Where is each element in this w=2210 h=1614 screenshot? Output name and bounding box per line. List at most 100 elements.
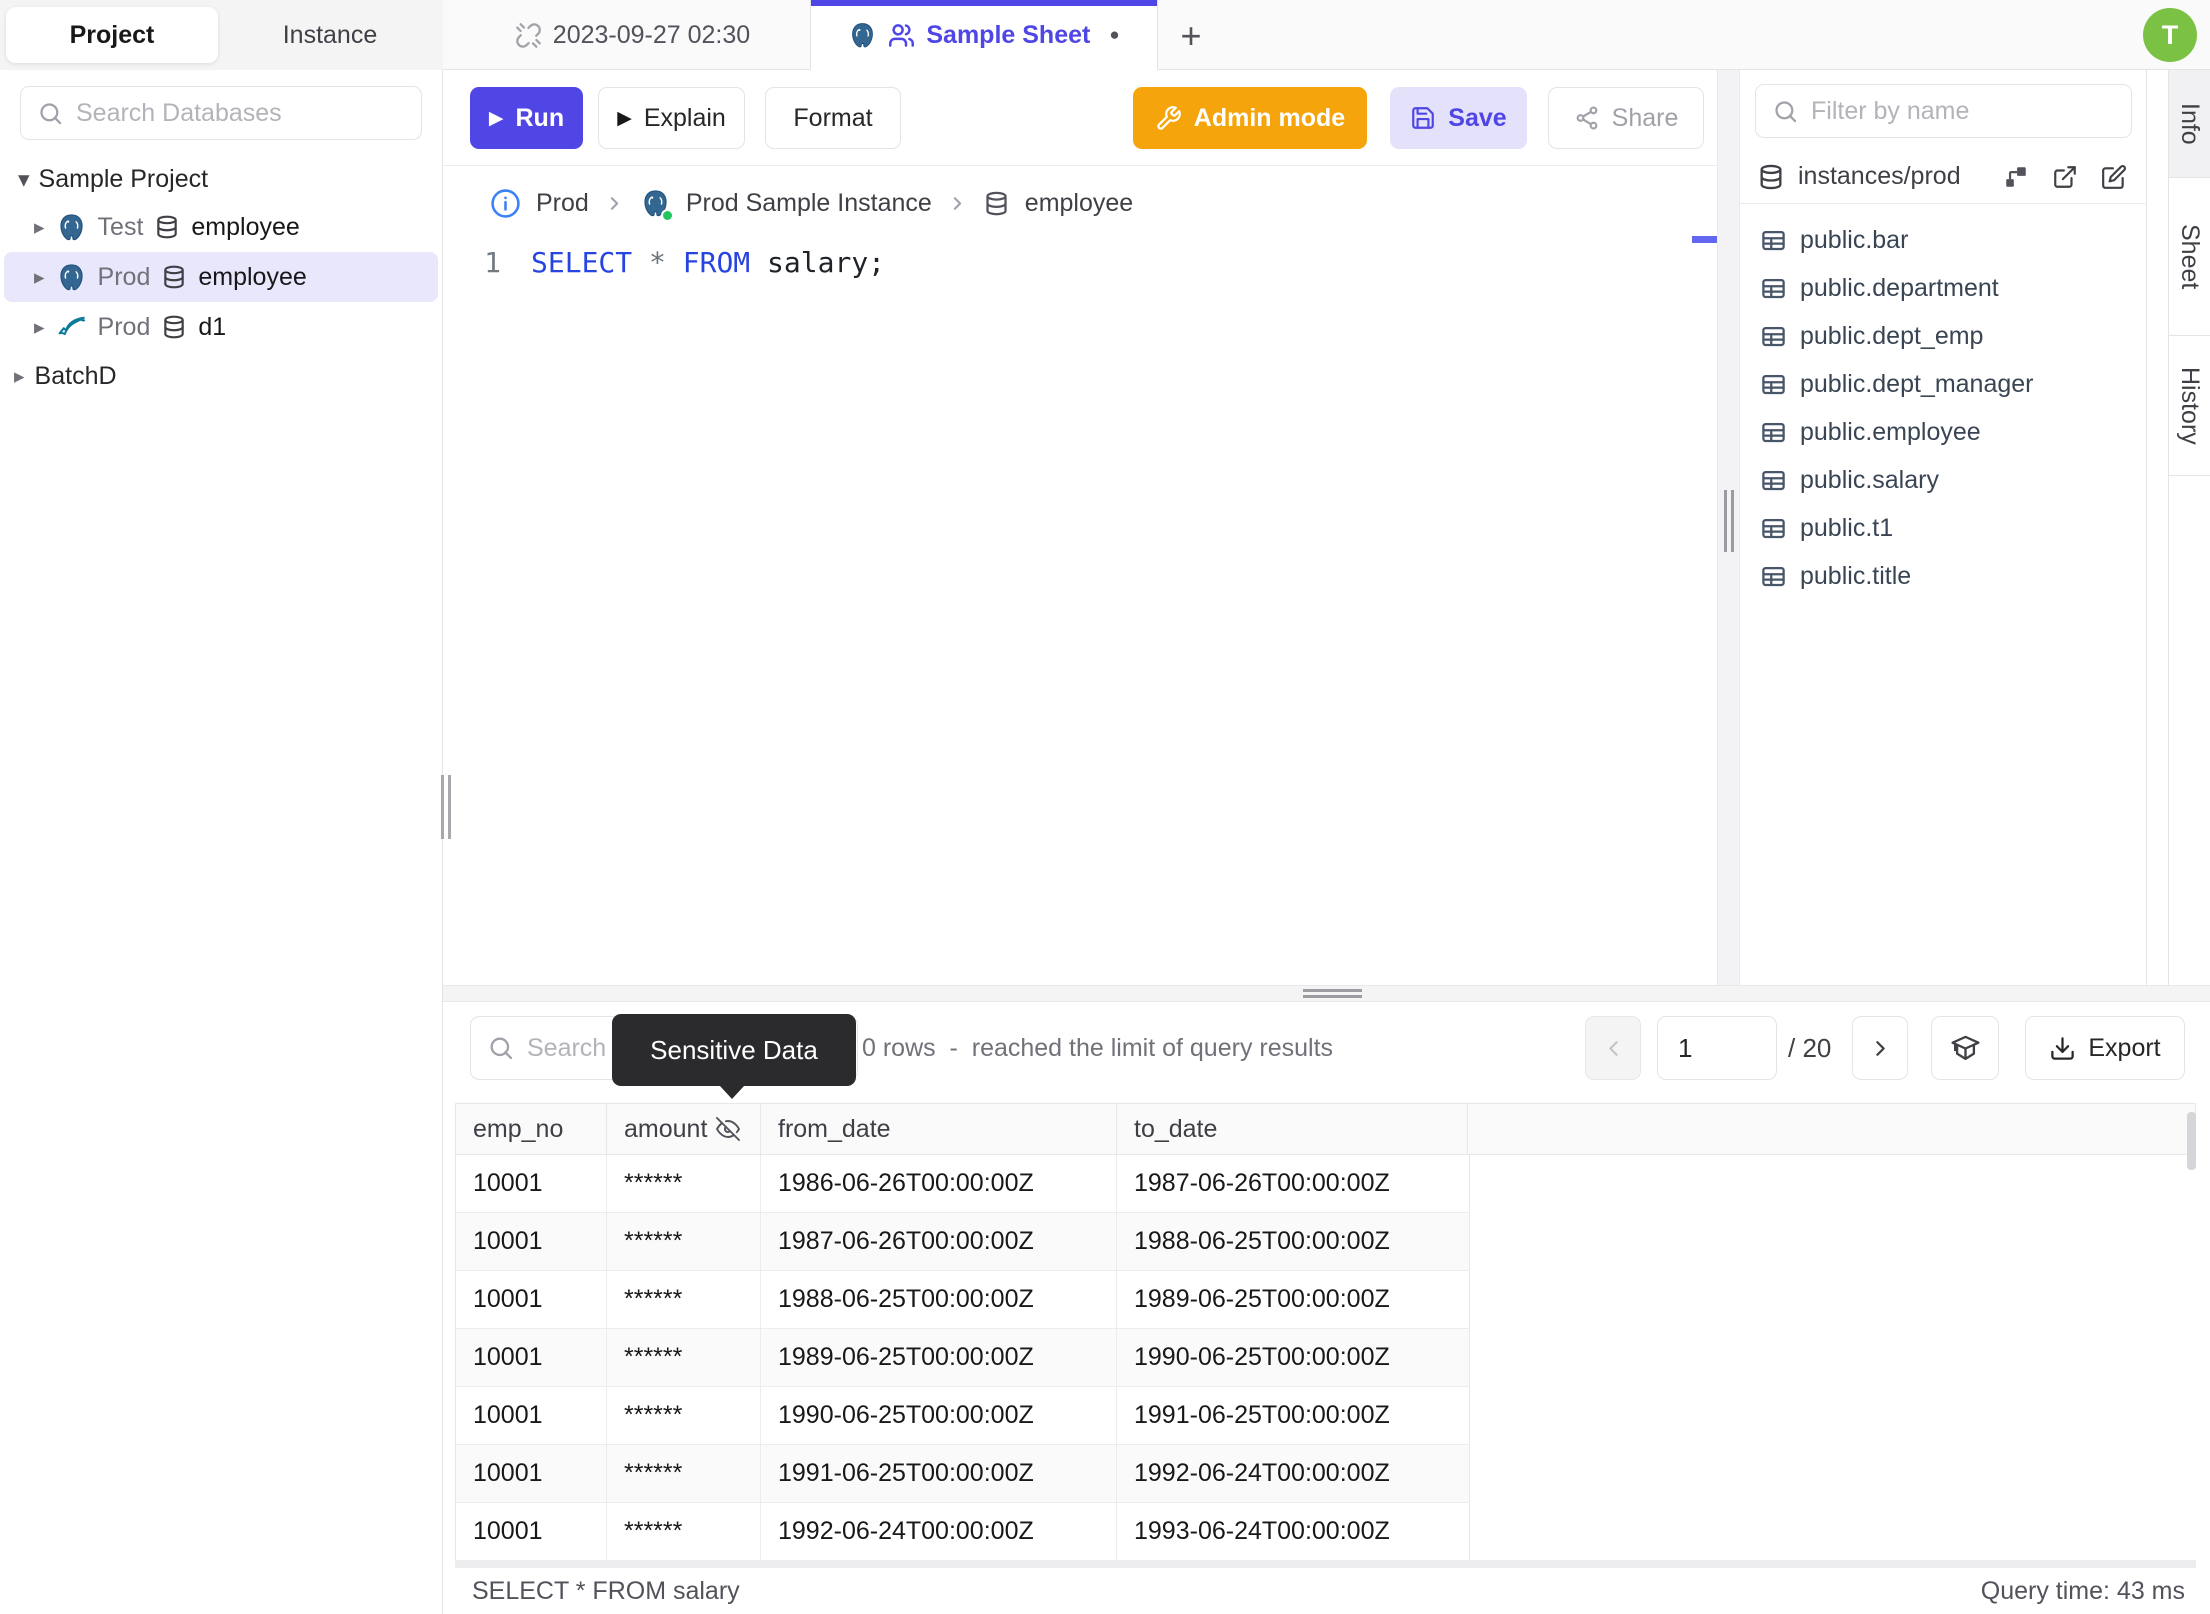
- side-tab-history[interactable]: History: [2169, 336, 2210, 476]
- table-list-item[interactable]: public.dept_manager: [1740, 360, 2147, 408]
- caret-right-icon[interactable]: ▸: [14, 364, 25, 389]
- side-tab-info[interactable]: Info: [2169, 70, 2210, 178]
- cell-to-date[interactable]: 1990-06-25T00:00:00Z: [1117, 1329, 1468, 1386]
- tab-instance[interactable]: Instance: [222, 7, 438, 63]
- cell-to-date[interactable]: 1987-06-26T00:00:00Z: [1117, 1155, 1468, 1212]
- cell-to-date[interactable]: 1991-06-25T00:00:00Z: [1117, 1387, 1468, 1444]
- next-page-button[interactable]: [1852, 1016, 1908, 1080]
- cell-from-date[interactable]: 1992-06-24T00:00:00Z: [761, 1503, 1117, 1560]
- table-list-item[interactable]: public.employee: [1740, 408, 2147, 456]
- previous-page-button[interactable]: [1585, 1016, 1641, 1080]
- tab-sample-sheet-active[interactable]: Sample Sheet ●: [811, 0, 1158, 70]
- table-list-item[interactable]: public.department: [1740, 264, 2147, 312]
- cell-emp-no[interactable]: 10001: [456, 1213, 607, 1270]
- tree-group-sample-project[interactable]: ▾ Sample Project: [0, 156, 443, 202]
- cell-amount-masked[interactable]: ******: [607, 1155, 761, 1212]
- tree-item-test-employee[interactable]: ▸ Test employee: [0, 202, 443, 252]
- cell-from-date[interactable]: 1989-06-25T00:00:00Z: [761, 1329, 1117, 1386]
- sidebar-drag-handle[interactable]: [439, 775, 453, 839]
- tree-item-prod-employee-selected[interactable]: ▸ Prod employee: [4, 252, 438, 302]
- tree-group-batchd[interactable]: ▸ BatchD: [0, 352, 443, 400]
- caret-right-icon[interactable]: ▸: [34, 215, 45, 240]
- table-list-item[interactable]: public.salary: [1740, 456, 2147, 504]
- external-link-icon[interactable]: [2052, 164, 2078, 190]
- table-row[interactable]: 10001 ****** 1989-06-25T00:00:00Z 1990-0…: [456, 1329, 1470, 1387]
- page-number-input[interactable]: [1678, 1032, 1776, 1064]
- admin-mode-button[interactable]: Admin mode: [1133, 87, 1367, 149]
- caret-right-icon[interactable]: ▸: [34, 315, 45, 340]
- cell-from-date[interactable]: 1988-06-25T00:00:00Z: [761, 1271, 1117, 1328]
- table-list-item[interactable]: public.dept_emp: [1740, 312, 2147, 360]
- schema-diagram-icon[interactable]: [2003, 164, 2029, 190]
- cell-emp-no[interactable]: 10001: [456, 1445, 607, 1502]
- page-number-box[interactable]: [1657, 1016, 1777, 1080]
- cell-emp-no[interactable]: 10001: [456, 1329, 607, 1386]
- column-header-to-date[interactable]: to_date: [1117, 1104, 1468, 1154]
- panel-resize-gutter-horizontal[interactable]: [443, 985, 2210, 1002]
- table-list-item[interactable]: public.title: [1740, 552, 2147, 600]
- export-button[interactable]: Export: [2025, 1016, 2185, 1080]
- breadcrumb-instance[interactable]: Prod Sample Instance: [686, 189, 932, 218]
- editor-line-1[interactable]: 1 SELECT * FROM salary;: [443, 240, 1717, 284]
- column-header-amount[interactable]: amount: [607, 1104, 761, 1154]
- cell-emp-no[interactable]: 10001: [456, 1387, 607, 1444]
- table-row[interactable]: 10001 ****** 1991-06-25T00:00:00Z 1992-0…: [456, 1445, 1470, 1503]
- drag-handle-icon[interactable]: [1303, 989, 1362, 992]
- caret-down-icon[interactable]: ▾: [18, 166, 30, 193]
- table-row[interactable]: 10001 ****** 1987-06-26T00:00:00Z 1988-0…: [456, 1213, 1470, 1271]
- info-icon[interactable]: [490, 188, 521, 219]
- breadcrumb-database[interactable]: employee: [1025, 189, 1133, 218]
- cell-amount-masked[interactable]: ******: [607, 1329, 761, 1386]
- cell-to-date[interactable]: 1992-06-24T00:00:00Z: [1117, 1445, 1468, 1502]
- cell-from-date[interactable]: 1991-06-25T00:00:00Z: [761, 1445, 1117, 1502]
- results-vscrollbar-thumb[interactable]: [2187, 1112, 2196, 1170]
- caret-right-icon[interactable]: ▸: [34, 265, 45, 290]
- format-button[interactable]: Format: [765, 87, 901, 149]
- cell-amount-masked[interactable]: ******: [607, 1387, 761, 1444]
- column-header-from-date[interactable]: from_date: [761, 1104, 1117, 1154]
- cell-amount-masked[interactable]: ******: [607, 1271, 761, 1328]
- cell-from-date[interactable]: 1986-06-26T00:00:00Z: [761, 1155, 1117, 1212]
- table-row[interactable]: 10001 ****** 1986-06-26T00:00:00Z 1987-0…: [456, 1155, 1470, 1213]
- drag-handle-icon[interactable]: [1731, 490, 1734, 552]
- tab-history-sheet[interactable]: 2023-09-27 02:30: [455, 0, 811, 70]
- cell-amount-masked[interactable]: ******: [607, 1503, 761, 1560]
- cell-from-date[interactable]: 1987-06-26T00:00:00Z: [761, 1213, 1117, 1270]
- cell-to-date[interactable]: 1988-06-25T00:00:00Z: [1117, 1213, 1468, 1270]
- tree-item-prod-d1[interactable]: ▸ Prod d1: [0, 302, 443, 352]
- cell-from-date[interactable]: 1990-06-25T00:00:00Z: [761, 1387, 1117, 1444]
- cell-amount-masked[interactable]: ******: [607, 1213, 761, 1270]
- table-list-item[interactable]: public.t1: [1740, 504, 2147, 552]
- data-mask-settings-button[interactable]: [1931, 1016, 1999, 1080]
- table-row[interactable]: 10001 ****** 1992-06-24T00:00:00Z 1993-0…: [456, 1503, 1470, 1560]
- cell-emp-no[interactable]: 10001: [456, 1503, 607, 1560]
- cell-to-date[interactable]: 1993-06-24T00:00:00Z: [1117, 1503, 1468, 1560]
- table-filter-box[interactable]: [1755, 84, 2132, 138]
- database-search-box[interactable]: [20, 86, 422, 140]
- cell-to-date[interactable]: 1989-06-25T00:00:00Z: [1117, 1271, 1468, 1328]
- breadcrumb-environment[interactable]: Prod: [536, 189, 589, 218]
- new-tab-button[interactable]: +: [1168, 13, 1214, 59]
- run-button[interactable]: ▶ Run: [470, 87, 583, 149]
- drag-handle-icon[interactable]: [1724, 490, 1727, 552]
- panel-resize-gutter-vertical[interactable]: [1717, 70, 1740, 1002]
- tab-project[interactable]: Project: [6, 7, 218, 63]
- side-tab-sheet[interactable]: Sheet: [2169, 178, 2210, 336]
- explain-button[interactable]: ▶ Explain: [598, 87, 745, 149]
- cell-amount-masked[interactable]: ******: [607, 1445, 761, 1502]
- edit-icon[interactable]: [2101, 164, 2127, 190]
- table-row[interactable]: 10001 ****** 1990-06-25T00:00:00Z 1991-0…: [456, 1387, 1470, 1445]
- sql-editor[interactable]: 1 SELECT * FROM salary;: [443, 240, 1717, 985]
- drag-handle-icon[interactable]: [1303, 995, 1362, 998]
- share-button[interactable]: Share: [1548, 87, 1704, 149]
- table-list-item[interactable]: public.bar: [1740, 216, 2147, 264]
- avatar[interactable]: T: [2143, 8, 2197, 62]
- search-databases-input[interactable]: [76, 98, 405, 128]
- cell-emp-no[interactable]: 10001: [456, 1155, 607, 1212]
- table-row[interactable]: 10001 ****** 1988-06-25T00:00:00Z 1989-0…: [456, 1271, 1470, 1329]
- results-hscrollbar[interactable]: [455, 1560, 2196, 1568]
- column-header-emp-no[interactable]: emp_no: [456, 1104, 607, 1154]
- cell-emp-no[interactable]: 10001: [456, 1271, 607, 1328]
- filter-by-name-input[interactable]: [1811, 96, 2115, 126]
- save-button[interactable]: Save: [1390, 87, 1527, 149]
